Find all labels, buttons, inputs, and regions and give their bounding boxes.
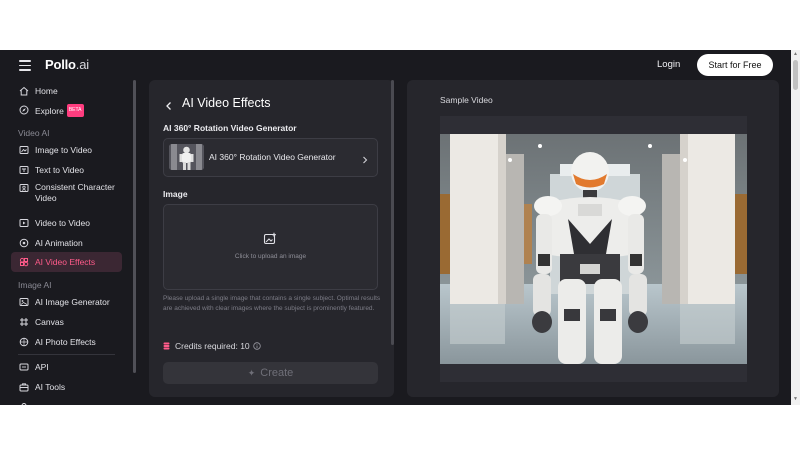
sidebar-item-label: API: [35, 361, 49, 372]
app-window: Pollo.ai Login Start for Free Home Explo…: [0, 50, 800, 405]
chevron-right-icon: [361, 152, 369, 164]
image-video-icon: [19, 145, 29, 155]
form-panel-scrollbar[interactable]: [391, 80, 394, 345]
home-icon: [19, 86, 29, 96]
upload-hint: Click to upload an image: [234, 253, 307, 260]
sidebar-item-ai-image-generator[interactable]: AI Image Generator: [11, 292, 122, 312]
sidebar-item-label: Home: [35, 85, 58, 96]
character-icon: [19, 183, 29, 193]
top-bar: Pollo.ai Login Start for Free: [0, 50, 800, 80]
start-for-free-button[interactable]: Start for Free: [697, 54, 773, 76]
animation-icon: [19, 238, 29, 248]
sidebar-item-ai-video-effects[interactable]: AI Video Effects: [11, 252, 122, 272]
info-icon[interactable]: [252, 342, 261, 350]
sidebar-item-api[interactable]: API: [11, 357, 122, 377]
image-heading: Image: [163, 189, 188, 199]
create-label: Create: [260, 367, 294, 379]
beta-badge: BETA: [66, 103, 84, 117]
effects-form-panel: AI Video Effects AI 360° Rotation Video …: [149, 80, 394, 397]
canvas-icon: [19, 317, 29, 327]
sample-video-player[interactable]: [440, 134, 747, 364]
sidebar-item-ai-animation[interactable]: AI Animation: [11, 233, 122, 253]
sidebar-item-consistent-character-video[interactable]: Consistent Character Video: [11, 180, 122, 210]
generator-thumbnail: [169, 144, 204, 170]
sample-video-panel: Sample Video: [407, 80, 779, 397]
sidebar-item-label: AI Video Effects: [35, 256, 96, 267]
credits-coin-icon: [163, 342, 170, 350]
sidebar-item-home[interactable]: Home: [11, 81, 122, 101]
effects-icon: [19, 257, 29, 267]
section-image-ai: Image AI: [18, 280, 52, 290]
create-button[interactable]: ✦ Create: [163, 362, 378, 384]
logo-suffix: .ai: [75, 57, 89, 72]
explore-label: Explore: [35, 105, 64, 116]
page-scrollbar[interactable]: ▲ ▼: [791, 50, 800, 405]
sidebar-item-label: AI Tools: [35, 381, 66, 392]
logo-main: Pollo: [45, 57, 76, 72]
sidebar-item-explore[interactable]: Explore BETA: [11, 100, 122, 120]
sidebar-divider: [18, 354, 115, 355]
generator-selected-label: AI 360° Rotation Video Generator: [209, 152, 336, 162]
image-generator-icon: [19, 297, 29, 307]
sidebar-item-label: Consistent Character Video: [35, 182, 115, 203]
photo-effects-icon: [19, 337, 29, 347]
sparkle-icon: ✦: [247, 367, 256, 378]
scroll-up-arrow-icon[interactable]: ▲: [793, 52, 798, 57]
generator-select[interactable]: AI 360° Rotation Video Generator: [163, 138, 378, 177]
sidebar-item-label: AI Animation: [35, 237, 83, 248]
sidebar-item-partial[interactable]: [11, 397, 122, 405]
sidebar-item-text-to-video[interactable]: Text to Video: [11, 160, 122, 180]
hamburger-menu-icon[interactable]: [19, 60, 31, 71]
video-convert-icon: [19, 218, 29, 228]
sidebar-item-label: Text to Video: [35, 164, 84, 175]
sidebar-item-ai-photo-effects[interactable]: AI Photo Effects: [11, 332, 122, 352]
sidebar: Home Explore BETA Video AI Image to Video…: [0, 80, 135, 405]
video-frame: [440, 116, 747, 382]
logo[interactable]: Pollo.ai: [45, 57, 89, 72]
text-video-icon: [19, 165, 29, 175]
sidebar-item-label: Canvas: [35, 316, 64, 327]
api-icon: [19, 362, 29, 372]
page-title: AI Video Effects: [182, 96, 271, 110]
upload-image-icon: [263, 232, 277, 246]
sidebar-item-ai-tools[interactable]: AI Tools: [11, 377, 122, 397]
user-icon: [19, 402, 29, 405]
sidebar-scrollbar[interactable]: [133, 80, 136, 373]
credits-text: Credits required: 10: [175, 341, 250, 351]
image-upload-area[interactable]: Click to upload an image: [163, 204, 378, 290]
sidebar-item-canvas[interactable]: Canvas: [11, 312, 122, 332]
sidebar-item-video-to-video[interactable]: Video to Video: [11, 213, 122, 233]
page-scrollbar-thumb[interactable]: [793, 60, 798, 90]
sidebar-item-label: Video to Video: [35, 217, 90, 228]
toolbox-icon: [19, 382, 29, 392]
sidebar-item-label: Explore BETA: [35, 103, 84, 117]
sample-video-title: Sample Video: [440, 95, 493, 105]
sidebar-item-label: AI Photo Effects: [35, 336, 96, 347]
sidebar-item-label: Image to Video: [35, 144, 93, 155]
login-link[interactable]: Login: [657, 59, 680, 70]
section-video-ai: Video AI: [18, 128, 50, 138]
credits-required: Credits required: 10: [163, 341, 261, 351]
generator-heading: AI 360° Rotation Video Generator: [163, 123, 297, 133]
sidebar-item-label: AI Image Generator: [35, 296, 110, 307]
upload-help-text: Please upload a single image that contai…: [163, 295, 381, 312]
back-chevron-icon[interactable]: [164, 98, 174, 110]
compass-icon: [19, 105, 29, 115]
sidebar-item-image-to-video[interactable]: Image to Video: [11, 140, 122, 160]
scroll-down-arrow-icon[interactable]: ▼: [793, 397, 798, 402]
